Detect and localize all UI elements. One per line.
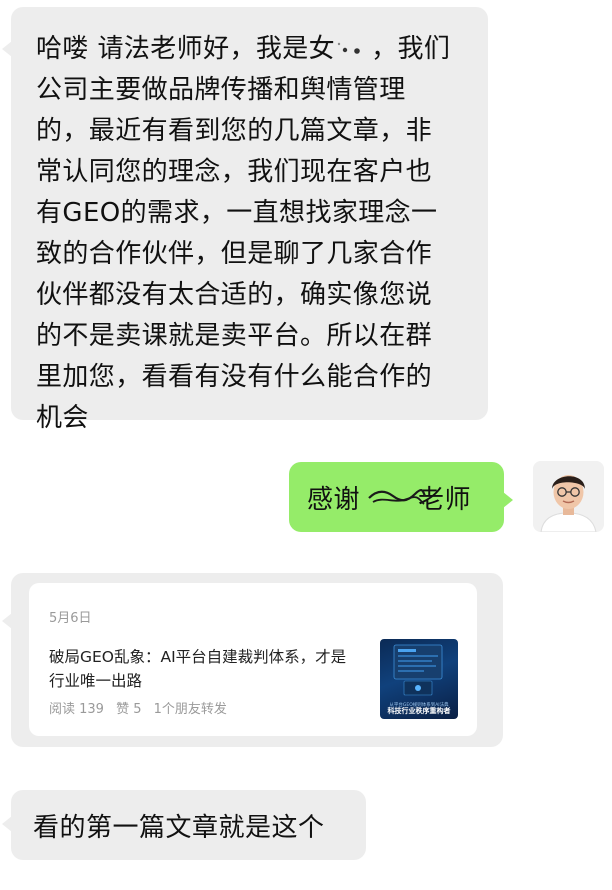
message-line: 哈喽 请法老师好，我是女 ，我们 (36, 34, 451, 64)
message-line: 的，最近有看到您的几篇文章，非 (36, 116, 433, 146)
redaction-mark (337, 42, 360, 54)
article-date: 5月6日 (49, 611, 92, 626)
incoming-message-1[interactable]: 哈喽 请法老师好，我是女 ，我们 公司主要做品牌传播和舆情管理 的，最近有看到您的… (2, 7, 488, 433)
avatar[interactable] (533, 461, 604, 532)
article-stats: 阅读 139 赞 5 1个朋友转发 (49, 698, 235, 717)
message-line: 有GEO的需求，一直想找家理念一 (36, 198, 438, 228)
incoming-message-2[interactable]: 看的第一篇文章就是这个 (2, 790, 366, 860)
redaction-scribble (368, 488, 427, 505)
outgoing-message-1[interactable]: 感谢 老师 (289, 462, 513, 532)
message-text: 哈喽 请法老师好，我是女 ，我们 公司主要做品牌传播和舆情管理 的，最近有看到您的… (36, 29, 470, 439)
share-count: 1个朋友转发 (153, 702, 227, 717)
message-line: 公司主要做品牌传播和舆情管理 (36, 75, 406, 105)
message-line: 常认同您的理念，我们现在客户也 (36, 157, 433, 187)
incoming-article-share[interactable]: 5月6日 破局GEO乱象：AI平台自建裁判体系，才是行业唯一出路 阅读 139 … (2, 573, 503, 747)
thumbnail-caption: 科技行业秩序重构者 (387, 707, 451, 715)
message-line: 里加您，看看有没有什么能合作的 (36, 362, 433, 392)
article-title[interactable]: 破局GEO乱象：AI平台自建裁判体系，才是行业唯一出路 (49, 645, 349, 693)
message-line: 机会 (36, 403, 89, 433)
article-card[interactable]: 5月6日 破局GEO乱象：AI平台自建裁判体系，才是行业唯一出路 阅读 139 … (29, 583, 477, 736)
message-text: 看的第一篇文章就是这个 (33, 812, 325, 843)
read-count: 阅读 139 (49, 702, 104, 717)
message-line: 的不是卖课就是卖平台。所以在群 (36, 321, 433, 351)
like-count: 赞 5 (116, 702, 142, 717)
article-thumbnail[interactable]: 从平台GEO规则体系到AI法典 科技行业秩序重构者 (380, 639, 458, 719)
avatar-image (533, 461, 604, 532)
message-line: 伙伴都没有太合适的，确实像您说 (36, 280, 433, 310)
message-line: 致的合作伙伴，但是聊了几家合作 (36, 239, 433, 269)
